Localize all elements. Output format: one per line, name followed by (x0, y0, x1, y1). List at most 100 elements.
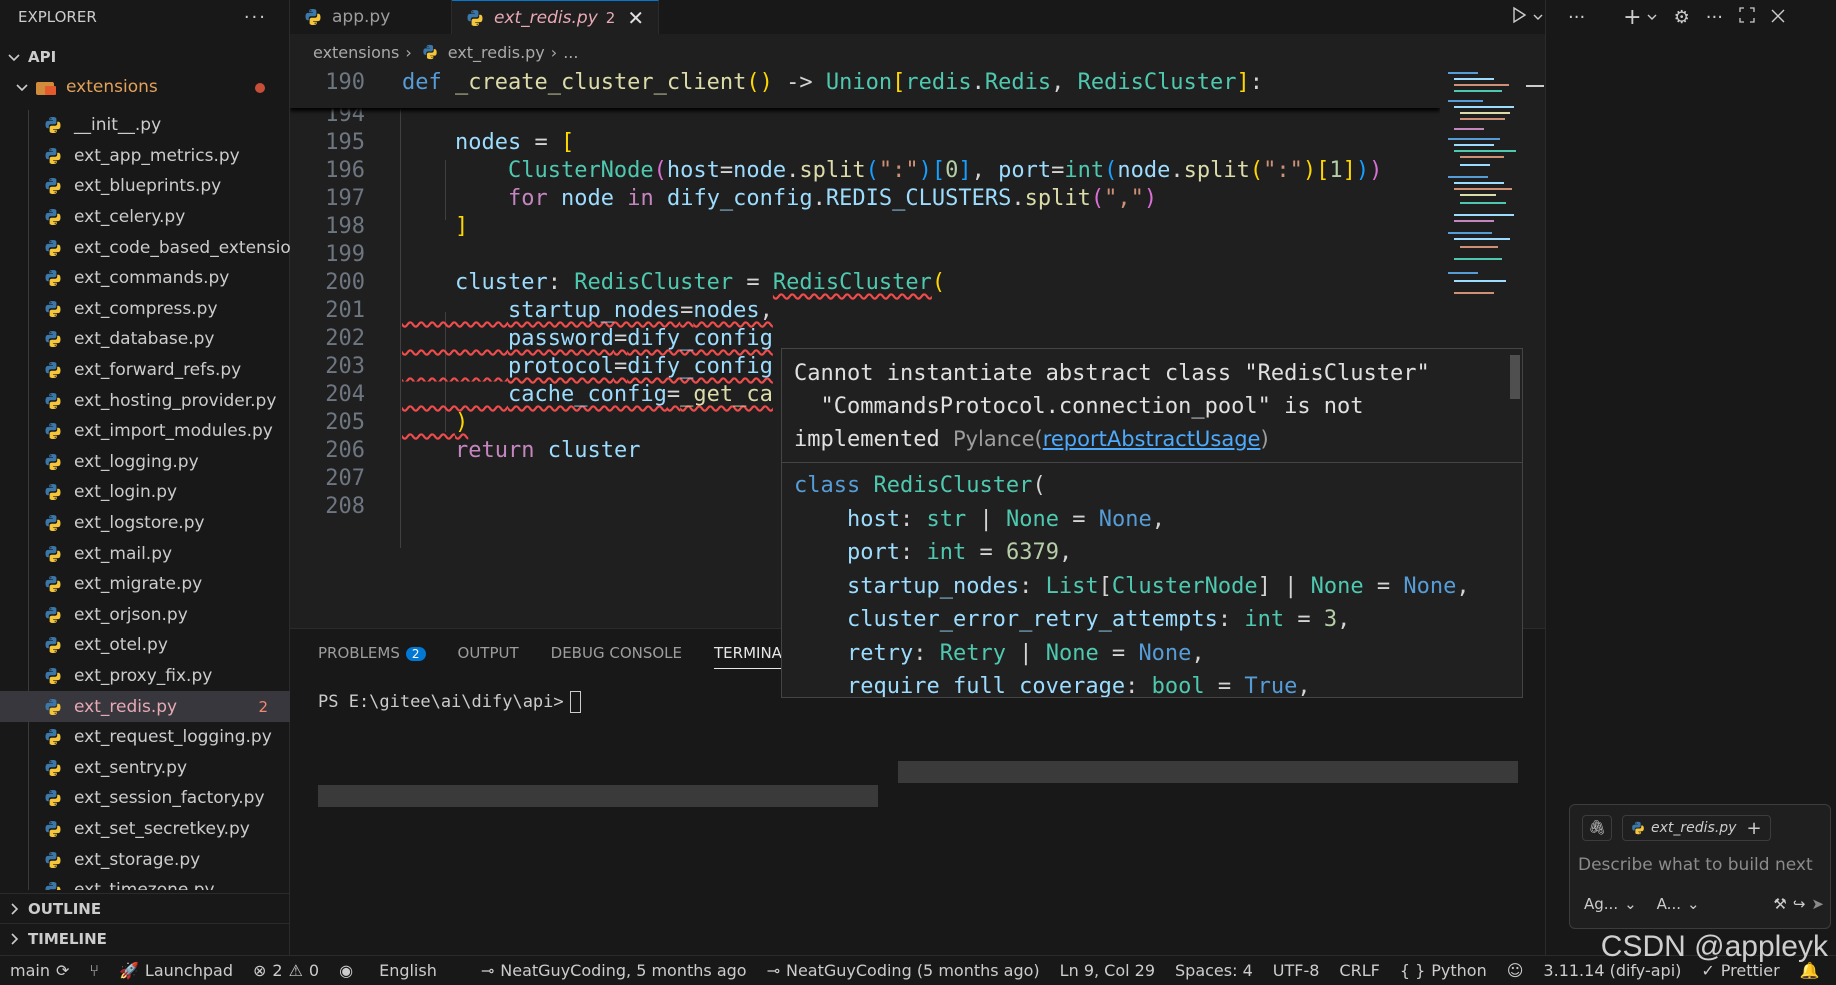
blame-line-item[interactable]: ⊸ NeatGuyCoding, 5 months ago (471, 961, 757, 980)
warning-count: 0 (308, 961, 320, 980)
diagnostic-rule-link[interactable]: reportAbstractUsage (1043, 427, 1261, 451)
branch-indicator[interactable]: main ⟳ (0, 961, 79, 980)
sticky-scroll-header[interactable]: 190 def _create_cluster_client() -> Union… (290, 68, 1440, 108)
file-row-forward-refs[interactable]: ext_forward_refs.py (0, 355, 290, 386)
error-icon: ⊗ (252, 961, 267, 980)
file-row-init[interactable]: __init__.py (0, 110, 290, 141)
chevron-down-icon[interactable] (1532, 7, 1544, 28)
tab-output[interactable]: OUTPUT (458, 644, 519, 662)
file-row-mail[interactable]: ext_mail.py (0, 538, 290, 569)
explorer-more-actions-icon[interactable]: ··· (244, 7, 267, 28)
file-row-blueprints[interactable]: ext_blueprints.py (0, 171, 290, 202)
tab-ext-redis-py[interactable]: ext_redis.py 2 ✕ (452, 0, 660, 34)
folder-extensions[interactable]: extensions (0, 72, 289, 102)
send-icon[interactable]: ➤ (1811, 895, 1824, 913)
chevron-down-icon[interactable] (1646, 7, 1658, 28)
workspace-root[interactable]: API (0, 42, 289, 72)
code-line: for node in dify_config.REDIS_CLUSTERS.s… (507, 186, 1158, 211)
add-context-icon[interactable]: + (1746, 818, 1761, 839)
ports-icon[interactable]: ◉ (329, 961, 363, 980)
diagnostic-source-end: ) (1260, 427, 1269, 451)
launchpad-item[interactable]: 🚀 Launchpad (109, 961, 243, 980)
hover-scrollbar[interactable] (1510, 355, 1520, 399)
agent-mode-select[interactable]: Ag... (1584, 895, 1618, 913)
close-icon[interactable]: ✕ (627, 6, 644, 30)
tab-problems[interactable]: PROBLEMS 2 (318, 644, 426, 662)
breadcrumb-folder[interactable]: extensions (313, 43, 399, 62)
file-row-code-based-extension[interactable]: ext_code_based_extensio... (0, 232, 290, 263)
chevron-down-icon[interactable]: ⌄ (1624, 895, 1637, 913)
minimap[interactable] (1440, 68, 1530, 348)
close-icon[interactable] (1771, 7, 1785, 28)
tab-debug-console[interactable]: DEBUG CONSOLE (551, 644, 682, 662)
file-name: ext_request_logging.py (74, 727, 272, 748)
breadcrumb-file[interactable]: ext_redis.py (448, 43, 545, 62)
git-graph-icon[interactable]: ⑂ (79, 961, 109, 980)
file-row-import-modules[interactable]: ext_import_modules.py (0, 416, 290, 447)
cursor-position[interactable]: Ln 9, Col 29 (1050, 961, 1165, 980)
more-actions-icon[interactable]: ··· (1568, 7, 1585, 28)
code-line: ) (454, 410, 469, 435)
file-row-timezone[interactable]: ext_timezone.py (0, 875, 290, 890)
language-mode[interactable]: { } Python (1390, 961, 1497, 980)
breadcrumb-more[interactable]: ... (563, 43, 578, 62)
new-chat-icon[interactable]: + (1623, 5, 1641, 30)
terminal-scrollbar[interactable] (898, 761, 1518, 783)
line-number: 204 (325, 382, 365, 407)
file-row-session-factory[interactable]: ext_session_factory.py (0, 783, 290, 814)
python-file-icon (44, 392, 62, 410)
indentation[interactable]: Spaces: 4 (1165, 961, 1263, 980)
chat-context-file[interactable]: ext_redis.py + (1622, 815, 1771, 841)
code-line: cluster: RedisCluster = RedisCluster( (454, 270, 946, 295)
file-row-hosting-provider[interactable]: ext_hosting_provider.py (0, 385, 290, 416)
file-row-login[interactable]: ext_login.py (0, 477, 290, 508)
file-row-compress[interactable]: ext_compress.py (0, 294, 290, 325)
redirect-icon[interactable]: ↪ (1793, 895, 1806, 913)
terminal-scrollbar[interactable] (318, 785, 878, 807)
tab-terminal[interactable]: TERMINAL (714, 644, 791, 669)
file-row-redis[interactable]: ext_redis.py 2 (0, 691, 290, 722)
terminal-prompt-line[interactable]: PS E:\gitee\ai\dify\api> (318, 691, 581, 713)
file-row-migrate[interactable]: ext_migrate.py (0, 569, 290, 600)
file-row-request-logging[interactable]: ext_request_logging.py (0, 722, 290, 753)
code-line: def _create_cluster_client() -> Union[re… (402, 70, 1264, 95)
code-line: cache_config=_get_ca (507, 382, 773, 407)
maximize-icon[interactable] (1739, 6, 1755, 28)
file-row-database[interactable]: ext_database.py (0, 324, 290, 355)
file-row-logging[interactable]: ext_logging.py (0, 447, 290, 478)
gear-icon[interactable]: ⚙ (1674, 7, 1690, 28)
status-bar: main ⟳ ⑂ 🚀 Launchpad ⊗ 2 ⚠ 0 ◉ English ⊸ NeatG… (0, 955, 1836, 985)
file-row-sentry[interactable]: ext_sentry.py (0, 752, 290, 783)
sidebar-bottom-sections: OUTLINE TIMELINE (0, 893, 290, 953)
file-row-celery[interactable]: ext_celery.py (0, 202, 290, 233)
file-row-commands[interactable]: ext_commands.py (0, 263, 290, 294)
file-row-storage[interactable]: ext_storage.py (0, 844, 290, 875)
sync-icon[interactable]: ⟳ (56, 961, 69, 980)
language-pack[interactable]: English (369, 961, 447, 980)
end-of-line[interactable]: CRLF (1329, 961, 1389, 980)
file-row-app-metrics[interactable]: ext_app_metrics.py (0, 141, 290, 172)
tab-app-py[interactable]: app.py (290, 0, 452, 34)
outline-section[interactable]: OUTLINE (0, 893, 290, 923)
encoding[interactable]: UTF-8 (1263, 961, 1330, 980)
model-select[interactable]: A... (1657, 895, 1681, 913)
tools-icon[interactable]: ⚒ (1773, 895, 1786, 913)
problems-indicator[interactable]: ⊗ 2 ⚠ 0 (243, 961, 329, 980)
file-row-otel[interactable]: ext_otel.py (0, 630, 290, 661)
file-row-orjson[interactable]: ext_orjson.py (0, 600, 290, 631)
file-name: ext_mail.py (74, 543, 173, 564)
run-icon[interactable] (1510, 6, 1528, 29)
file-row-set-secretkey[interactable]: ext_set_secretkey.py (0, 814, 290, 845)
chat-input-box[interactable]: 🖇 ext_redis.py + Describe what to build … (1569, 804, 1831, 929)
blame-file-item[interactable]: ⊸ NeatGuyCoding (5 months ago) (757, 961, 1050, 980)
chevron-down-icon (6, 49, 22, 65)
more-actions-icon[interactable]: ··· (1706, 7, 1723, 28)
paperclip-icon[interactable]: 🖇 (1582, 815, 1612, 841)
diagnostic-source: Pylance( (952, 427, 1043, 451)
file-row-proxy-fix[interactable]: ext_proxy_fix.py (0, 661, 290, 692)
file-row-logstore[interactable]: ext_logstore.py (0, 508, 290, 539)
chat-input-placeholder[interactable]: Describe what to build next (1578, 855, 1813, 875)
copilot-icon[interactable]: ☺ (1497, 961, 1534, 980)
timeline-section[interactable]: TIMELINE (0, 923, 290, 953)
chevron-down-icon[interactable]: ⌄ (1687, 895, 1700, 913)
